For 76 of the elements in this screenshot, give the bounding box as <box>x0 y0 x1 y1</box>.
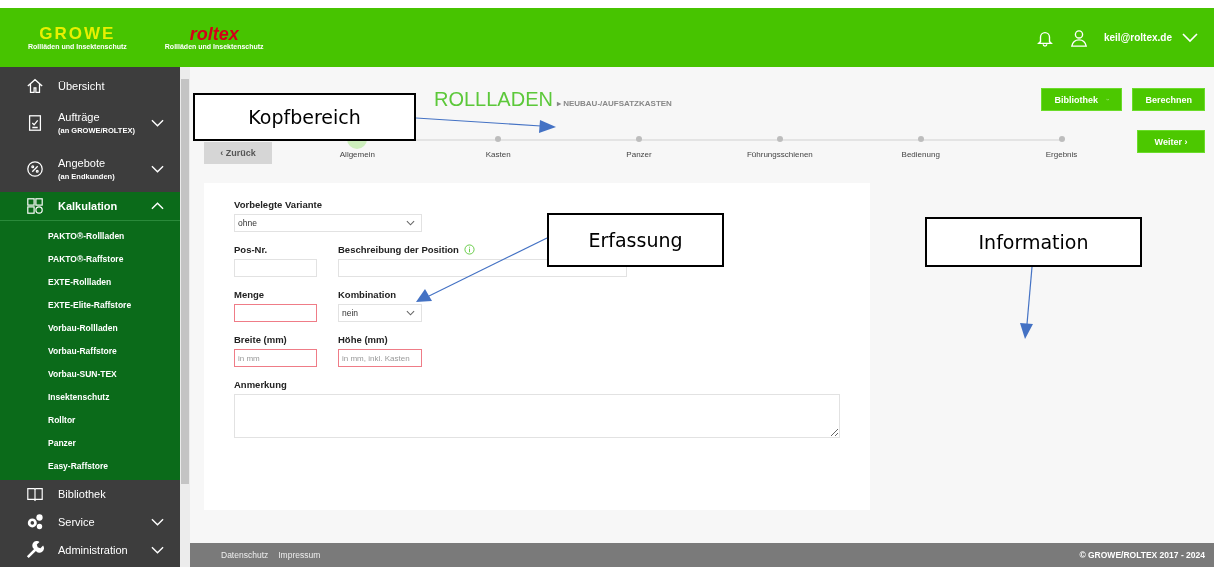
chevron-down-icon <box>151 119 164 127</box>
breadcrumb: ▸ NEUBAU-/AUFSATZKASTEN <box>556 99 672 108</box>
field-label: Kombination <box>338 289 398 300</box>
back-button[interactable]: ‹ Zurück <box>204 142 272 164</box>
sidebar-item[interactable]: Service <box>0 508 180 536</box>
submenu-item[interactable]: Rolltor <box>0 409 180 432</box>
submenu-item[interactable]: PAKTO®-Rollladen <box>0 225 180 248</box>
annotation-tooltip: Information <box>925 217 1142 267</box>
menu-label: Service <box>58 516 96 528</box>
menu-item-icon <box>26 485 44 503</box>
step-dot[interactable] <box>636 136 643 142</box>
sidebar-item[interactable]: Bibliothek <box>0 480 180 508</box>
step-label[interactable]: Führungsschienen <box>746 150 813 159</box>
chevron-up-icon <box>151 202 164 210</box>
input-field[interactable] <box>234 304 317 322</box>
step-dot[interactable] <box>495 136 502 142</box>
submenu-item[interactable]: PAKTO®-Raffstore <box>0 248 180 271</box>
sidebar-item[interactable]: Übersicht <box>0 72 180 100</box>
submenu-item[interactable]: Insektenschutz <box>0 386 180 409</box>
field-label: Breite (mm) <box>234 334 288 345</box>
menu-label: Übersicht <box>58 80 106 92</box>
scrollbar-thumb[interactable] <box>181 79 189 484</box>
field-label: Höhe (mm) <box>338 334 389 345</box>
field-label: Menge <box>234 289 266 300</box>
combination-select[interactable]: nein <box>338 304 422 322</box>
page-title: ROLLLADEN <box>434 88 553 111</box>
field-label: Beschreibung der Position <box>338 244 459 255</box>
scrollbar[interactable] <box>180 67 190 567</box>
menu-item-icon <box>26 77 44 95</box>
menu-item-icon <box>26 541 44 559</box>
field-label: Vorbelegte Variante <box>234 199 323 210</box>
submenu-item[interactable]: Vorbau-Raffstore <box>0 340 180 363</box>
chevron-down-icon <box>151 518 164 526</box>
menu-item-icon <box>26 197 44 215</box>
annotation-tooltip: Erfassung <box>547 213 724 267</box>
info-icon[interactable] <box>463 244 475 255</box>
footer-link[interactable]: Impressum <box>278 550 321 560</box>
sidebar-item[interactable]: Administration <box>0 536 180 564</box>
annotation-tooltip: Kopfbereich <box>193 93 416 141</box>
submenu-item[interactable]: Vorbau-SUN-TEX <box>0 363 180 386</box>
step-dot[interactable] <box>1058 136 1065 142</box>
step-label[interactable]: Ergebnis <box>1045 150 1078 159</box>
sidebar-item[interactable]: Kalkulation <box>0 192 180 220</box>
menu-item-icon <box>26 160 44 178</box>
submenu-item[interactable]: Vorbau-Rollladen <box>0 317 180 340</box>
input-field[interactable]: in mm <box>234 349 317 367</box>
field-label: Anmerkung <box>234 379 288 390</box>
input-field[interactable]: in mm, inkl. Kasten <box>338 349 422 367</box>
chevron-down-icon[interactable] <box>1182 32 1198 43</box>
note-textarea[interactable] <box>234 394 840 438</box>
menu-label: Bibliothek <box>58 488 107 500</box>
step-dot[interactable] <box>917 136 924 142</box>
user-icon[interactable] <box>1069 28 1088 47</box>
step-label[interactable]: Allgemein <box>339 150 375 159</box>
variant-select[interactable]: ohne <box>234 214 422 232</box>
submenu-item[interactable]: Panzer <box>0 432 180 455</box>
caret-icon <box>406 220 415 226</box>
step-label[interactable]: Kasten <box>485 150 511 159</box>
menu-label: Administration <box>58 544 129 556</box>
copyright: © GROWE/ROLTEX 2017 - 2024 <box>1079 550 1205 560</box>
menu-label: Angebote <box>58 156 107 169</box>
chevron-down-icon <box>151 165 164 173</box>
chevron-down-icon <box>151 546 164 554</box>
field-label: Pos-Nr. <box>234 244 269 255</box>
step-dot[interactable] <box>776 136 783 142</box>
menu-label: Aufträge <box>58 110 101 123</box>
submenu-item[interactable]: Easy-Raffstore <box>0 455 180 478</box>
submenu-item[interactable]: EXTE-Elite-Raffstore <box>0 294 180 317</box>
menu-label: Kalkulation <box>58 200 119 212</box>
footer-link[interactable]: Datenschutz <box>221 550 269 560</box>
step-label[interactable]: Bedienung <box>901 150 940 159</box>
menu-item-icon <box>26 513 44 531</box>
submenu-item[interactable]: EXTE-Rollladen <box>0 271 180 294</box>
caret-icon <box>406 310 415 316</box>
step-label[interactable]: Panzer <box>626 150 652 159</box>
menu-item-icon <box>26 114 44 132</box>
